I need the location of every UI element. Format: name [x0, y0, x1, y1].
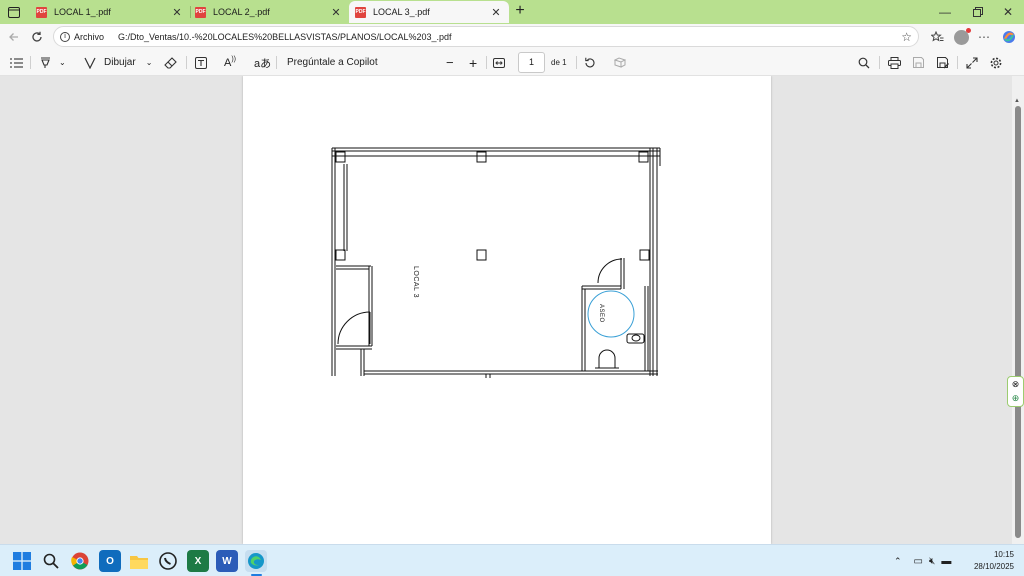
room-label-local-3: LOCAL 3 — [412, 266, 419, 299]
tab-local-2[interactable]: PDF LOCAL 2_.pdf ✕ — [189, 1, 349, 23]
edge-icon[interactable] — [245, 550, 267, 572]
zoom-in-button[interactable]: + — [469, 54, 477, 71]
clock[interactable]: 10:15 28/10/2025 — [964, 549, 1014, 573]
page-view-icon[interactable] — [614, 54, 626, 71]
excel-icon[interactable]: X — [187, 550, 209, 572]
floor-plan-drawing — [331, 147, 661, 378]
pdf-icon: PDF — [195, 6, 206, 18]
browser-window: PDF LOCAL 1_.pdf ✕ PDF LOCAL 2_.pdf ✕ PD… — [0, 0, 1024, 544]
save-icon[interactable] — [913, 54, 924, 71]
pdf-toolbar: ⌄ Dibujar ⌄ A)) aあ Pregúntale a Copilot … — [0, 49, 1024, 76]
toolbar-divider — [576, 56, 577, 69]
contents-list-icon[interactable] — [10, 54, 23, 71]
favorites-icon[interactable] — [927, 27, 947, 47]
ask-copilot-button[interactable]: Pregúntale a Copilot — [287, 54, 378, 71]
new-tab-button[interactable]: + — [511, 3, 529, 21]
pdf-viewer[interactable]: LOCAL 3 ASEO — [0, 76, 1012, 544]
tab-actions-icon[interactable] — [6, 4, 22, 20]
page-count: de 1 — [551, 58, 567, 67]
translate-icon[interactable]: aあ — [254, 54, 271, 71]
network-icon[interactable]: ▭ — [914, 556, 923, 567]
whatsapp-icon[interactable] — [157, 550, 179, 572]
navigation-bar: i Archivo G:/Dto_Ventas/10.-%20LOCALES%2… — [0, 24, 1024, 49]
ask-copilot-label: Pregúntale a Copilot — [287, 57, 378, 68]
pdf-icon: PDF — [355, 6, 366, 18]
side-panel-widget[interactable]: ⊗ ⊕ — [1007, 376, 1024, 407]
fullscreen-icon[interactable] — [966, 54, 978, 71]
search-icon[interactable] — [40, 550, 62, 572]
more-options-icon[interactable]: ⋯ — [974, 27, 994, 47]
toolbar-divider — [186, 56, 187, 69]
battery-icon[interactable]: ▬ — [941, 556, 951, 567]
fit-page-icon[interactable] — [493, 54, 505, 71]
print-icon[interactable] — [888, 54, 901, 71]
zoom-out-button[interactable]: − — [446, 54, 454, 71]
save-as-icon[interactable] — [937, 54, 949, 71]
restore-button[interactable] — [961, 2, 995, 22]
settings-gear-icon[interactable] — [990, 54, 1002, 71]
chrome-icon[interactable] — [69, 550, 91, 572]
annotation-circle — [587, 290, 635, 338]
refresh-button[interactable] — [27, 27, 47, 47]
text-box-icon[interactable] — [195, 54, 207, 71]
close-icon[interactable]: ✕ — [170, 6, 184, 19]
profile-avatar[interactable] — [951, 27, 971, 47]
eraser-icon[interactable] — [164, 54, 177, 71]
toolbar-divider — [879, 56, 880, 69]
close-icon[interactable]: ✕ — [329, 6, 343, 19]
chevron-down-icon[interactable]: ⌄ — [59, 58, 66, 67]
scroll-up-arrow-icon[interactable]: ▲ — [1014, 98, 1020, 104]
vertical-scrollbar[interactable]: ▲ — [1012, 76, 1024, 544]
favorite-star-icon[interactable]: ☆ — [901, 30, 912, 44]
back-button[interactable] — [4, 27, 24, 47]
start-windows-icon[interactable] — [11, 550, 33, 572]
url-text[interactable]: G:/Dto_Ventas/10.-%20LOCALES%20BELLASVIS… — [118, 32, 901, 42]
clock-date: 28/10/2025 — [973, 562, 1014, 571]
word-icon[interactable]: W — [216, 550, 238, 572]
system-tray: ⌃ ▭ 🔇︎ ▬ — [894, 552, 951, 570]
tab-label: LOCAL 1_.pdf — [54, 7, 111, 17]
toolbar-divider — [957, 56, 958, 69]
page-number-input[interactable]: 1 — [518, 52, 545, 73]
tab-label: LOCAL 3_.pdf — [373, 7, 430, 17]
read-aloud-icon[interactable]: A)) — [224, 54, 236, 71]
highlight-button[interactable]: ⌄ — [40, 54, 66, 71]
clock-time: 10:15 — [993, 550, 1014, 559]
outlook-icon[interactable]: O — [99, 550, 121, 572]
volume-mute-icon[interactable]: 🔇︎ — [929, 556, 935, 567]
accessibility-icon[interactable]: ⊕ — [1012, 393, 1020, 404]
minimize-button[interactable]: — — [928, 2, 962, 22]
close-window-button[interactable]: ✕ — [991, 2, 1024, 22]
scheme-label: Archivo — [74, 31, 105, 42]
draw-label: Dibujar — [104, 57, 136, 68]
toolbar-divider — [276, 56, 277, 69]
scroll-thumb[interactable] — [1015, 106, 1021, 538]
copilot-icon[interactable] — [999, 27, 1019, 47]
toolbar-divider — [486, 56, 487, 69]
close-circle-icon[interactable]: ⊗ — [1012, 379, 1020, 390]
tab-label: LOCAL 2_.pdf — [213, 7, 270, 17]
search-icon[interactable] — [858, 54, 870, 71]
pdf-page[interactable]: LOCAL 3 ASEO — [243, 76, 771, 544]
close-icon[interactable]: ✕ — [489, 6, 503, 19]
tab-local-3[interactable]: PDF LOCAL 3_.pdf ✕ — [349, 1, 509, 23]
info-icon[interactable]: i — [60, 31, 70, 42]
file-explorer-icon[interactable] — [128, 550, 150, 572]
pdf-icon: PDF — [36, 6, 47, 18]
chevron-up-icon[interactable]: ⌃ — [894, 556, 902, 567]
tab-local-1[interactable]: PDF LOCAL 1_.pdf ✕ — [30, 1, 190, 23]
toolbar-divider — [30, 56, 31, 69]
rotate-icon[interactable] — [584, 54, 596, 71]
draw-button[interactable]: Dibujar ⌄ — [84, 54, 152, 71]
room-label-aseo: ASEO — [598, 304, 604, 323]
taskbar: O X W ⌃ ▭ 🔇︎ ▬ 10:15 28/10/2025 — [0, 544, 1024, 576]
chevron-down-icon[interactable]: ⌄ — [146, 58, 153, 67]
tab-strip: PDF LOCAL 1_.pdf ✕ PDF LOCAL 2_.pdf ✕ PD… — [0, 0, 1024, 24]
address-bar[interactable]: i Archivo G:/Dto_Ventas/10.-%20LOCALES%2… — [53, 26, 919, 47]
